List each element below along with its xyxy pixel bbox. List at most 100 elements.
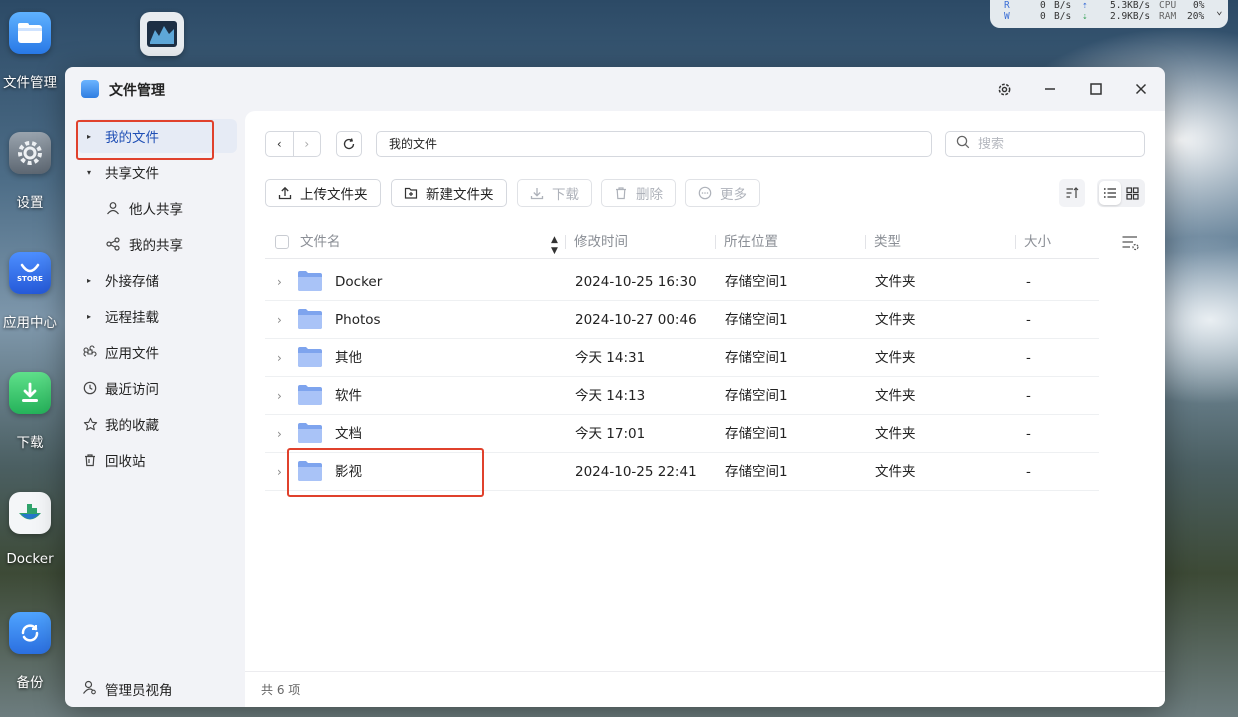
search-box[interactable] (945, 131, 1145, 157)
maximize-icon[interactable] (1086, 79, 1106, 99)
download-speed: 2.9KB/s (1110, 11, 1151, 22)
more-button[interactable]: 更多 (685, 179, 760, 207)
table-row[interactable]: › Docker 2024-10-25 16:30 存储空间1 文件夹 - (265, 263, 1099, 301)
file-manager-window: 文件管理 ▸ 我的文件 ▾ 共享文件 他人共享 我的共享 ▸ 外接存储 ▸ 远程… (65, 67, 1165, 707)
sidebar-item-label: 外接存储 (105, 274, 159, 290)
sidebar: ▸ 我的文件 ▾ 共享文件 他人共享 我的共享 ▸ 外接存储 ▸ 远程挂载 应用… (65, 111, 245, 707)
download-button[interactable]: 下载 (517, 179, 592, 207)
file-size: - (1026, 350, 1031, 366)
minimize-icon[interactable] (1040, 79, 1060, 99)
refresh-icon (343, 138, 355, 150)
sidebar-item-recent[interactable]: 最近访问 (77, 371, 237, 405)
expand-chevron-icon[interactable]: › (277, 377, 282, 415)
select-all-checkbox[interactable] (275, 235, 289, 249)
expand-caret-icon[interactable]: ▸ (87, 132, 91, 141)
disk-write-label: W (1004, 11, 1010, 22)
expand-caret-icon[interactable]: ▸ (87, 312, 91, 321)
trash-icon (82, 452, 98, 468)
sidebar-item-recycle-bin[interactable]: 回收站 (77, 443, 237, 477)
column-header-location[interactable]: 所在位置 (724, 225, 778, 259)
expand-chevron-icon[interactable]: ⌄ (1216, 4, 1223, 17)
expand-chevron-icon[interactable]: › (277, 415, 282, 453)
column-header-type[interactable]: 类型 (874, 225, 901, 259)
new-folder-button[interactable]: 新建文件夹 (391, 179, 507, 207)
disk-read-label: R (1004, 0, 1010, 11)
main-panel: ‹ › 我的文件 上传文件夹 新建文件夹 下载 删除 (245, 111, 1165, 707)
sort-icon (1066, 187, 1079, 198)
trash-icon (614, 186, 628, 200)
forward-chevron-icon[interactable]: › (292, 132, 321, 156)
table-row[interactable]: › 其他 今天 14:31 存储空间1 文件夹 - (265, 339, 1099, 377)
command-icon (82, 344, 98, 360)
list-view-icon[interactable] (1099, 181, 1121, 205)
sidebar-item-label: 他人共享 (129, 202, 183, 218)
file-name: 影视 (335, 464, 362, 480)
view-toggle (1097, 179, 1145, 207)
delete-button[interactable]: 删除 (601, 179, 676, 207)
folder-icon (298, 385, 322, 405)
file-location: 存储空间1 (725, 312, 788, 328)
grid-view-icon[interactable] (1121, 181, 1143, 205)
sidebar-item-shared-with-me[interactable]: 他人共享 (77, 191, 237, 225)
table-header: 文件名 ▲ ▼ 修改时间 所在位置 类型 大小 (265, 225, 1099, 259)
file-modified: 今天 17:01 (575, 426, 646, 442)
file-name: 其他 (335, 350, 362, 366)
folder-icon (298, 309, 322, 329)
upload-icon (278, 186, 292, 200)
sidebar-item-app-files[interactable]: 应用文件 (77, 335, 237, 369)
collapse-caret-icon[interactable]: ▾ (87, 168, 91, 177)
sidebar-item-external-storage[interactable]: ▸ 外接存储 (77, 263, 237, 297)
upload-arrow-icon: ⇡ (1082, 0, 1088, 11)
folder-icon (298, 271, 322, 291)
back-chevron-icon[interactable]: ‹ (266, 132, 293, 156)
desktop-icon-download[interactable]: 下载 (0, 372, 60, 451)
sidebar-item-label: 回收站 (105, 454, 146, 470)
table-row[interactable]: › 影视 2024-10-25 22:41 存储空间1 文件夹 - (265, 453, 1099, 491)
expand-chevron-icon[interactable]: › (277, 339, 282, 377)
table-row[interactable]: › 文档 今天 17:01 存储空间1 文件夹 - (265, 415, 1099, 453)
folder-icon (298, 347, 322, 367)
column-settings-icon[interactable] (1121, 233, 1141, 253)
history-nav: ‹ › (265, 131, 321, 157)
file-manager-icon (9, 12, 51, 54)
settings-gear-icon[interactable] (994, 79, 1014, 99)
desktop-icon-app-center[interactable]: STORE 应用中心 (0, 252, 60, 331)
search-input[interactable] (978, 136, 1128, 152)
sidebar-item-favorites[interactable]: 我的收藏 (77, 407, 237, 441)
file-location: 存储空间1 (725, 388, 788, 404)
expand-chevron-icon[interactable]: › (277, 453, 282, 491)
file-size: - (1026, 274, 1031, 290)
expand-chevron-icon[interactable]: › (277, 301, 282, 339)
titlebar[interactable]: 文件管理 (65, 67, 1165, 111)
desktop-icon-backup[interactable]: 备份 (0, 612, 60, 691)
refresh-button[interactable] (336, 131, 362, 157)
system-stats-widget[interactable]: R W 0 0 B/s B/s ⇡ ⇣ 5.3KB/s 2.9KB/s CPU … (990, 0, 1228, 28)
cpu-value: 0% (1193, 0, 1205, 11)
column-header-size[interactable]: 大小 (1024, 225, 1051, 259)
table-row[interactable]: › 软件 今天 14:13 存储空间1 文件夹 - (265, 377, 1099, 415)
admin-view-toggle[interactable]: 管理员视角 (77, 671, 237, 707)
column-header-modified[interactable]: 修改时间 (574, 225, 628, 259)
path-bar[interactable]: 我的文件 (376, 131, 932, 157)
close-icon[interactable] (1131, 79, 1151, 99)
delete-label: 删除 (636, 187, 663, 203)
column-header-name[interactable]: 文件名 (300, 225, 341, 259)
resource-monitor-icon[interactable] (140, 12, 184, 56)
sidebar-item-my-shares[interactable]: 我的共享 (77, 227, 237, 261)
expand-chevron-icon[interactable]: › (277, 263, 282, 301)
upload-folder-button[interactable]: 上传文件夹 (265, 179, 381, 207)
sidebar-item-label: 最近访问 (105, 382, 159, 398)
user-icon (105, 200, 121, 216)
desktop-icon-settings[interactable]: 设置 (0, 132, 60, 211)
expand-caret-icon[interactable]: ▸ (87, 276, 91, 285)
table-row[interactable]: › Photos 2024-10-27 00:46 存储空间1 文件夹 - (265, 301, 1099, 339)
desktop-icon-file-manager[interactable]: 文件管理 (0, 12, 60, 91)
download-icon (9, 372, 51, 414)
window-title: 文件管理 (109, 83, 165, 99)
sidebar-item-remote-mount[interactable]: ▸ 远程挂载 (77, 299, 237, 333)
sidebar-item-my-files[interactable]: ▸ 我的文件 (77, 119, 237, 153)
sort-button[interactable] (1059, 179, 1085, 207)
upload-speed: 5.3KB/s (1110, 0, 1151, 11)
sidebar-item-shared-files[interactable]: ▾ 共享文件 (77, 155, 237, 189)
desktop-icon-docker[interactable]: Docker (0, 492, 60, 567)
